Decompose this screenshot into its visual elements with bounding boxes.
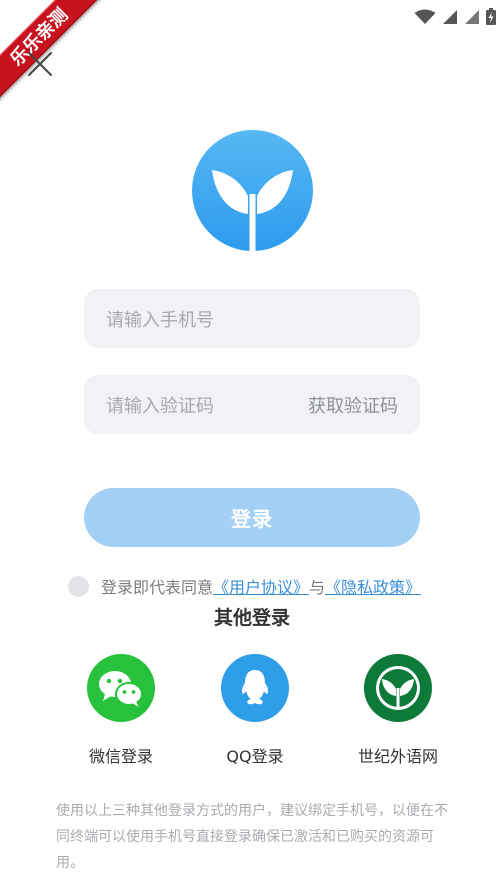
phone-placeholder: 请输入手机号	[106, 309, 214, 331]
phone-input[interactable]: 请输入手机号	[84, 289, 420, 348]
agreement-checkbox[interactable]	[68, 575, 89, 597]
watermark-text: 乐乐亲测	[0, 0, 110, 108]
agreement-conjunction: 与	[309, 578, 326, 597]
wechat-icon[interactable]	[87, 654, 155, 722]
qq-icon[interactable]	[221, 654, 289, 722]
app-logo	[192, 130, 313, 251]
shiji-sprout-icon[interactable]	[364, 654, 432, 722]
shiji-login-label: 世纪外语网	[357, 747, 438, 766]
user-agreement-link[interactable]: 《用户协议》	[213, 574, 309, 598]
sprout-logo-icon	[192, 130, 313, 251]
privacy-policy-link[interactable]: 《隐私政策》	[325, 574, 421, 598]
code-placeholder: 请输入验证码	[106, 395, 214, 417]
status-icons	[414, 8, 496, 25]
close-button[interactable]	[26, 50, 54, 78]
get-code-button[interactable]: 获取验证码	[308, 392, 398, 418]
qq-login-button[interactable]: QQ登录	[200, 654, 310, 767]
other-login-title: 其他登录	[213, 607, 290, 629]
shiji-login-button[interactable]: 世纪外语网	[343, 654, 453, 767]
binding-note: 使用以上三种其他登录方式的用户，建议绑定手机号，以便在不同终端可以使用手机号直接…	[56, 803, 448, 871]
wifi-icon	[414, 9, 436, 24]
qq-login-label: QQ登录	[226, 747, 284, 766]
watermark-ribbon: 乐乐亲测	[0, 0, 130, 110]
agreement-prefix: 登录即代表同意	[101, 578, 214, 597]
verification-code-input[interactable]: 请输入验证码 获取验证码	[84, 375, 420, 434]
agreement-row: 登录即代表同意 《用户协议》 与 《隐私政策》	[68, 574, 421, 598]
signal-icon	[443, 9, 457, 24]
signal-icon	[465, 9, 479, 24]
close-icon[interactable]	[26, 50, 54, 78]
login-button[interactable]: 登录	[84, 488, 420, 547]
battery-charging-icon	[486, 8, 496, 25]
wechat-login-button[interactable]: 微信登录	[66, 654, 176, 767]
wechat-login-label: 微信登录	[88, 747, 153, 766]
